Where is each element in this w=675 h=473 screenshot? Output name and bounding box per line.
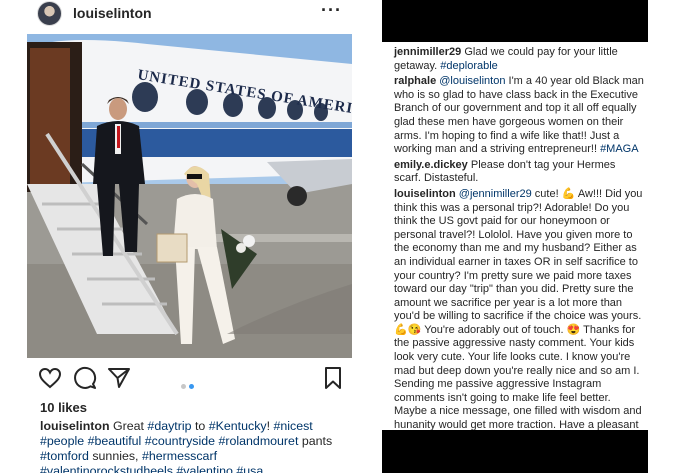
carousel-dot-active xyxy=(189,384,194,389)
comments-panel: jennimiller29 Glad we could pay for your… xyxy=(382,0,648,473)
text-segment: Great xyxy=(112,419,148,433)
text-segment: to xyxy=(191,419,209,433)
more-options-icon[interactable]: ··· xyxy=(321,1,342,19)
post-caption: louiselinton Great #daytrip to #Kentucky… xyxy=(40,419,345,473)
hashtag-link[interactable]: #rolandmouret xyxy=(218,434,298,448)
comment-icon[interactable] xyxy=(73,366,99,392)
carousel-indicator xyxy=(181,376,197,394)
hashtag-link[interactable]: @jennimiller29 xyxy=(459,188,532,200)
hashtag-link[interactable]: #people xyxy=(40,434,84,448)
comment-item: emily.e.dickey Please don't tag your Her… xyxy=(394,159,644,186)
post-username[interactable]: louiselinton xyxy=(73,5,152,21)
comment-list: jennimiller29 Glad we could pay for your… xyxy=(394,46,644,462)
hashtag-link[interactable]: #nicest xyxy=(273,419,312,433)
hashtag-link[interactable]: #usa xyxy=(236,464,263,473)
hashtag-link[interactable]: #valentinorockstudheels xyxy=(40,464,173,473)
heart-icon[interactable] xyxy=(38,366,64,392)
black-bar-bottom xyxy=(382,430,648,473)
likes-count[interactable]: 10 likes xyxy=(40,400,87,415)
comment-item: jennimiller29 Glad we could pay for your… xyxy=(394,46,644,73)
text-segment: cute! 💪 Aw!!! Did you think this was a p… xyxy=(394,187,643,458)
comment-username[interactable]: jennimiller29 xyxy=(394,46,461,58)
hashtag-link[interactable]: #Kentucky xyxy=(209,419,267,433)
hashtag-link[interactable]: #hermesscarf xyxy=(142,449,217,463)
comment-item: ralphale @louiselinton I'm a 40 year old… xyxy=(394,75,644,157)
comment-username[interactable]: louiselinton xyxy=(394,188,456,200)
comment-item: louiselinton @jennimiller29 cute! 💪 Aw!!… xyxy=(394,188,644,460)
hashtag-link[interactable]: #MAGA xyxy=(600,143,639,155)
hashtag-link[interactable]: #countryside xyxy=(145,434,215,448)
black-bar-top xyxy=(382,0,648,42)
hashtag-link[interactable]: #beautiful xyxy=(88,434,142,448)
hashtag-link[interactable]: #daytrip xyxy=(147,419,191,433)
text-segment: sunnies, xyxy=(88,449,142,463)
text-segment: pants xyxy=(298,434,333,448)
comment-username[interactable]: ralphale xyxy=(394,75,436,87)
comment-username[interactable]: emily.e.dickey xyxy=(394,159,468,171)
carousel-dot xyxy=(181,384,186,389)
photo-illustration: UNITED STATES OF AMERICA xyxy=(27,34,352,358)
instagram-post: louiselinton ··· UNITED STATES OF AMERIC… xyxy=(27,0,352,473)
share-icon[interactable] xyxy=(107,366,133,392)
hashtag-link[interactable]: #tomford xyxy=(40,449,89,463)
avatar[interactable] xyxy=(37,1,62,26)
post-actions xyxy=(27,366,352,394)
bookmark-icon[interactable] xyxy=(321,366,347,392)
hashtag-link[interactable]: #deplorable xyxy=(440,60,498,72)
hashtag-link[interactable]: @louiselinton xyxy=(439,75,505,87)
post-photo[interactable]: UNITED STATES OF AMERICA xyxy=(27,34,352,358)
hashtag-link[interactable]: #valentino xyxy=(176,464,233,473)
post-header: louiselinton ··· xyxy=(27,0,352,34)
caption-username[interactable]: louiselinton xyxy=(40,419,110,433)
